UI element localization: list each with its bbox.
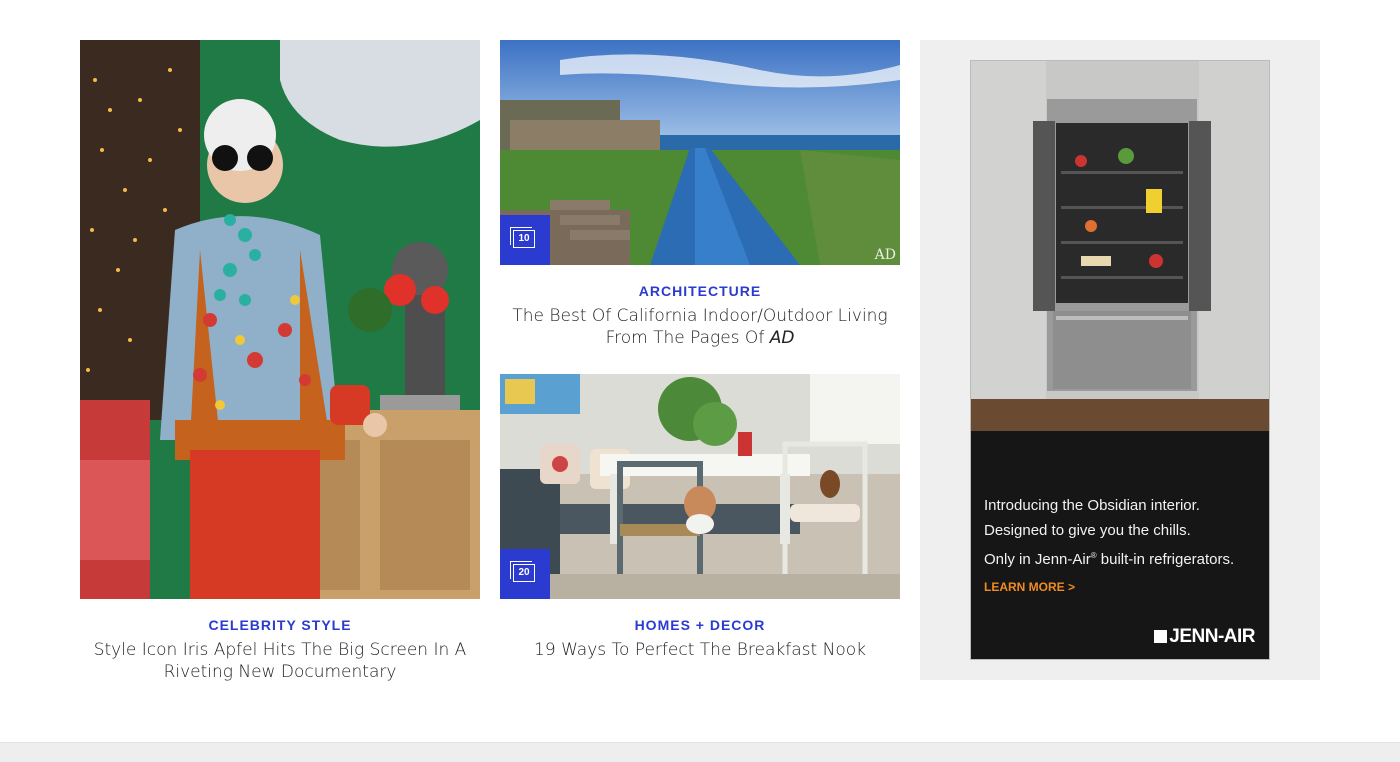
- ad-copy-line: Designed to give you the chills.: [984, 522, 1191, 539]
- gallery-badge[interactable]: 10: [500, 215, 550, 265]
- jenn-air-logo: JENN-AIR: [1154, 626, 1255, 648]
- ad-copy-line: Introducing the Obsidian interior.: [984, 497, 1200, 514]
- ad-copy-text: built-in refrigerators.: [1096, 551, 1235, 568]
- article-headline[interactable]: The Best Of California Indoor/Outdoor Li…: [500, 305, 900, 349]
- headline-line: 19 Ways To Perfect The Breakfast Nook: [534, 640, 866, 660]
- article-image-iris-apfel[interactable]: [80, 40, 480, 599]
- iris-apfel-photo: [80, 40, 480, 599]
- california-pool-photo: [500, 40, 900, 265]
- ad-copy: Introducing the Obsidian interior. Desig…: [984, 493, 1234, 572]
- headline-line: The Best Of California Indoor/Outdoor Li…: [512, 306, 888, 326]
- ad-copy-text: Only in Jenn-Air: [984, 551, 1091, 568]
- article-card-homes-decor[interactable]: 20 HOMES + DECOR 19 Ways To Perfect The …: [500, 374, 900, 674]
- category-label[interactable]: CELEBRITY STYLE: [80, 617, 480, 633]
- learn-more-link[interactable]: LEARN MORE >: [984, 580, 1075, 594]
- ad-copy-line-3: Only in Jenn-Air® built-in refrigerators…: [984, 543, 1234, 572]
- headline-line: Style Icon Iris Apfel Hits The Big Scree…: [93, 640, 467, 660]
- category-label[interactable]: ARCHITECTURE: [500, 283, 900, 299]
- ad-container: Introducing the Obsidian interior. Desig…: [920, 40, 1320, 680]
- gallery-badge[interactable]: 20: [500, 549, 550, 599]
- article-image-california-pool[interactable]: AD 10: [500, 40, 900, 265]
- article-headline[interactable]: Style Icon Iris Apfel Hits The Big Scree…: [80, 639, 480, 683]
- gallery-count: 10: [518, 233, 530, 244]
- article-card-celebrity-style[interactable]: CELEBRITY STYLE Style Icon Iris Apfel Hi…: [80, 40, 480, 690]
- article-card-architecture[interactable]: AD 10 ARCHITECTURE The Best Of Californi…: [500, 40, 900, 360]
- category-label[interactable]: HOMES + DECOR: [500, 617, 900, 633]
- gallery-count: 20: [518, 567, 530, 578]
- headline-line-2: From The Pages Of AD: [500, 327, 900, 349]
- article-headline[interactable]: 19 Ways To Perfect The Breakfast Nook: [500, 639, 900, 661]
- watermark: AD: [874, 247, 896, 263]
- jenn-air-ad[interactable]: Introducing the Obsidian interior. Desig…: [970, 60, 1270, 660]
- headline-text: From The Pages Of: [605, 328, 770, 348]
- article-image-breakfast-nook[interactable]: 20: [500, 374, 900, 599]
- logo-text: JENN-AIR: [1169, 626, 1255, 647]
- headline-emphasis: AD: [769, 328, 795, 348]
- logo-mark-icon: [1154, 630, 1168, 643]
- breakfast-nook-photo: [500, 374, 900, 599]
- footer-divider: [0, 742, 1400, 762]
- headline-line: Riveting New Documentary: [163, 662, 397, 682]
